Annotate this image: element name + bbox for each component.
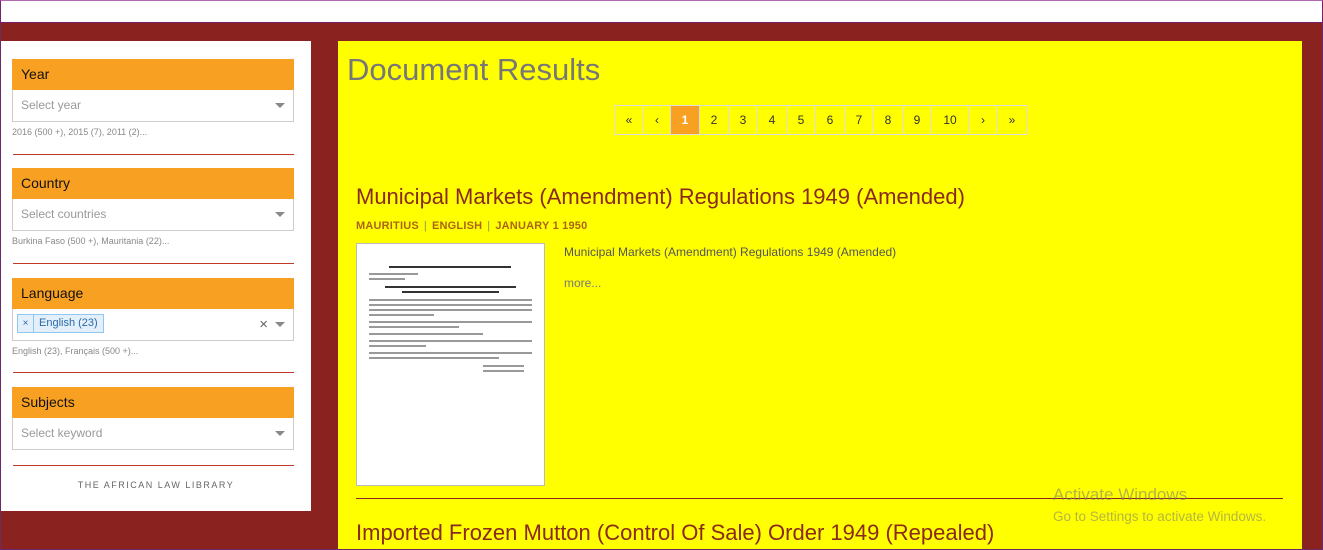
meta-separator: |	[487, 220, 491, 232]
subjects-select[interactable]: Select keyword	[12, 418, 294, 450]
country-hint: Burkina Faso (500 +), Mauritania (22)...	[12, 236, 170, 246]
language-tag-label: English (23)	[39, 317, 98, 329]
result-language[interactable]: ENGLISH	[432, 220, 482, 232]
divider	[13, 372, 294, 373]
result-date: JANUARY 1 1950	[495, 220, 588, 232]
facet-year: Year Select year 2016 (500 +), 2015 (7),…	[12, 59, 294, 137]
divider	[13, 263, 294, 264]
result-title-link[interactable]: Imported Frozen Mutton (Control Of Sale)…	[356, 520, 994, 546]
filter-sidebar: Year Select year 2016 (500 +), 2015 (7),…	[1, 41, 311, 511]
language-hint: English (23), Français (500 +)...	[12, 346, 139, 356]
chevron-down-icon[interactable]	[275, 212, 285, 217]
facet-year-title: Year	[12, 59, 294, 90]
pagination-prev[interactable]: ‹	[644, 106, 671, 134]
facet-subjects: Subjects Select keyword	[12, 387, 294, 450]
clear-icon[interactable]: ×	[259, 316, 268, 333]
result-meta: MAURITIUS | ENGLISH | JANUARY 1 1950	[356, 220, 587, 232]
subjects-select-placeholder: Select keyword	[21, 426, 103, 440]
result-summary: Municipal Markets (Amendment) Regulation…	[564, 245, 897, 259]
library-name: THE AFRICAN LAW LIBRARY	[77, 480, 235, 490]
pagination-page-4[interactable]: 4	[758, 106, 787, 134]
divider	[13, 465, 294, 466]
pagination-next[interactable]: ›	[969, 106, 998, 134]
os-watermark-title: Activate Windows	[1053, 485, 1188, 504]
year-select-placeholder: Select year	[21, 98, 82, 112]
facet-country: Country Select countries Burkina Faso (5…	[12, 168, 294, 246]
meta-separator: |	[423, 220, 427, 232]
facet-language: Language × English (23) × English (23), F…	[12, 278, 294, 356]
more-link[interactable]: more...	[564, 276, 601, 290]
facet-country-title: Country	[12, 168, 294, 199]
pagination-page-10[interactable]: 10	[932, 106, 969, 134]
pagination-last[interactable]: »	[998, 106, 1026, 134]
document-thumbnail[interactable]	[356, 243, 545, 486]
os-watermark-subtitle: Go to Settings to activate Windows.	[1053, 509, 1267, 524]
chevron-down-icon[interactable]	[275, 103, 285, 108]
language-select[interactable]: × English (23) ×	[12, 309, 294, 341]
results-panel: Document Results « ‹ 1 2 3 4 5 6 7 8 9 1…	[338, 41, 1302, 550]
pagination-page-1[interactable]: 1	[671, 106, 700, 134]
pagination-first[interactable]: «	[615, 106, 644, 134]
chevron-down-icon[interactable]	[275, 322, 285, 327]
pagination: « ‹ 1 2 3 4 5 6 7 8 9 10 › »	[614, 105, 1027, 135]
chevron-down-icon[interactable]	[275, 431, 285, 436]
pagination-page-7[interactable]: 7	[845, 106, 874, 134]
top-bar	[0, 0, 1323, 23]
page-title: Document Results	[347, 52, 601, 87]
language-tag: × English (23)	[17, 314, 104, 333]
year-hint: 2016 (500 +), 2015 (7), 2011 (2)...	[12, 127, 148, 137]
pagination-page-3[interactable]: 3	[729, 106, 758, 134]
pagination-page-6[interactable]: 6	[816, 106, 845, 134]
pagination-page-8[interactable]: 8	[874, 106, 903, 134]
country-select[interactable]: Select countries	[12, 199, 294, 231]
divider	[13, 154, 294, 155]
result-title-link[interactable]: Municipal Markets (Amendment) Regulation…	[356, 184, 965, 210]
pagination-page-5[interactable]: 5	[787, 106, 816, 134]
year-select[interactable]: Select year	[12, 90, 294, 122]
facet-subjects-title: Subjects	[12, 387, 294, 418]
result-country[interactable]: MAURITIUS	[356, 220, 419, 232]
country-select-placeholder: Select countries	[21, 207, 107, 221]
pagination-page-9[interactable]: 9	[903, 106, 932, 134]
facet-language-title: Language	[12, 278, 294, 309]
tag-remove-icon[interactable]: ×	[18, 315, 34, 332]
pagination-page-2[interactable]: 2	[700, 106, 729, 134]
